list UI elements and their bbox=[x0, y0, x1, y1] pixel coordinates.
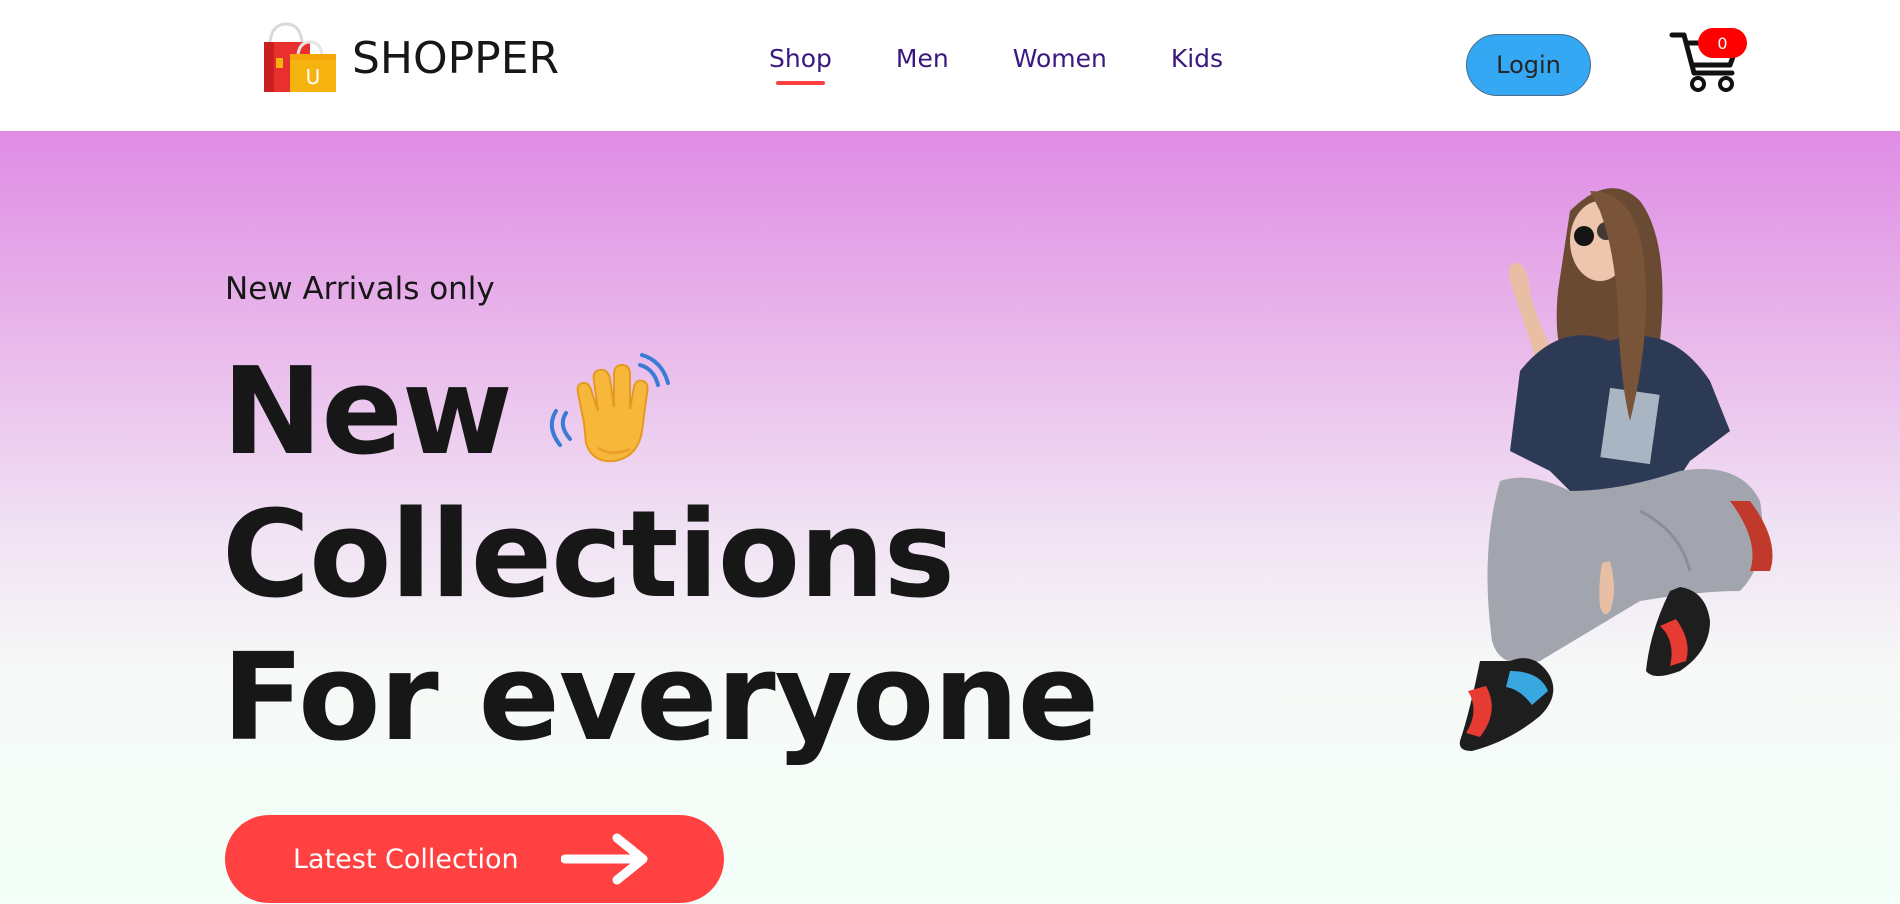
hero-title: New Collections For everyone bbox=[222, 341, 1099, 770]
waving-hand-icon bbox=[549, 352, 670, 462]
brand-logo[interactable]: U SHOPPER bbox=[262, 22, 559, 94]
hero-subtitle: New Arrivals only bbox=[225, 271, 495, 307]
bag-letter: U bbox=[306, 65, 321, 89]
hero-section: New Arrivals only New Collections For ev… bbox=[0, 131, 1900, 904]
brand-name: SHOPPER bbox=[352, 32, 560, 84]
shopping-bag-icon: U bbox=[264, 22, 336, 92]
login-button[interactable]: Login bbox=[1466, 34, 1591, 96]
nav-item-women[interactable]: Women bbox=[1013, 44, 1107, 73]
hero-title-line-1: New bbox=[222, 343, 513, 482]
nav-item-kids[interactable]: Kids bbox=[1171, 44, 1223, 73]
arrow-right-icon bbox=[560, 833, 648, 885]
latest-collection-button[interactable]: Latest Collection bbox=[225, 815, 724, 903]
hero-title-line-3: For everyone bbox=[222, 629, 1099, 768]
nav-menu: Shop Men Women Kids bbox=[769, 44, 1223, 85]
nav-item-men[interactable]: Men bbox=[896, 44, 949, 73]
cart-count-badge: 0 bbox=[1698, 28, 1747, 58]
navbar: U SHOPPER Shop Men Women Kids Login 0 bbox=[0, 0, 1900, 131]
hero-title-line-2: Collections bbox=[222, 486, 955, 625]
nav-item-shop[interactable]: Shop bbox=[769, 44, 832, 85]
hero-model-image bbox=[1459, 188, 1773, 751]
latest-collection-label: Latest Collection bbox=[293, 843, 519, 875]
